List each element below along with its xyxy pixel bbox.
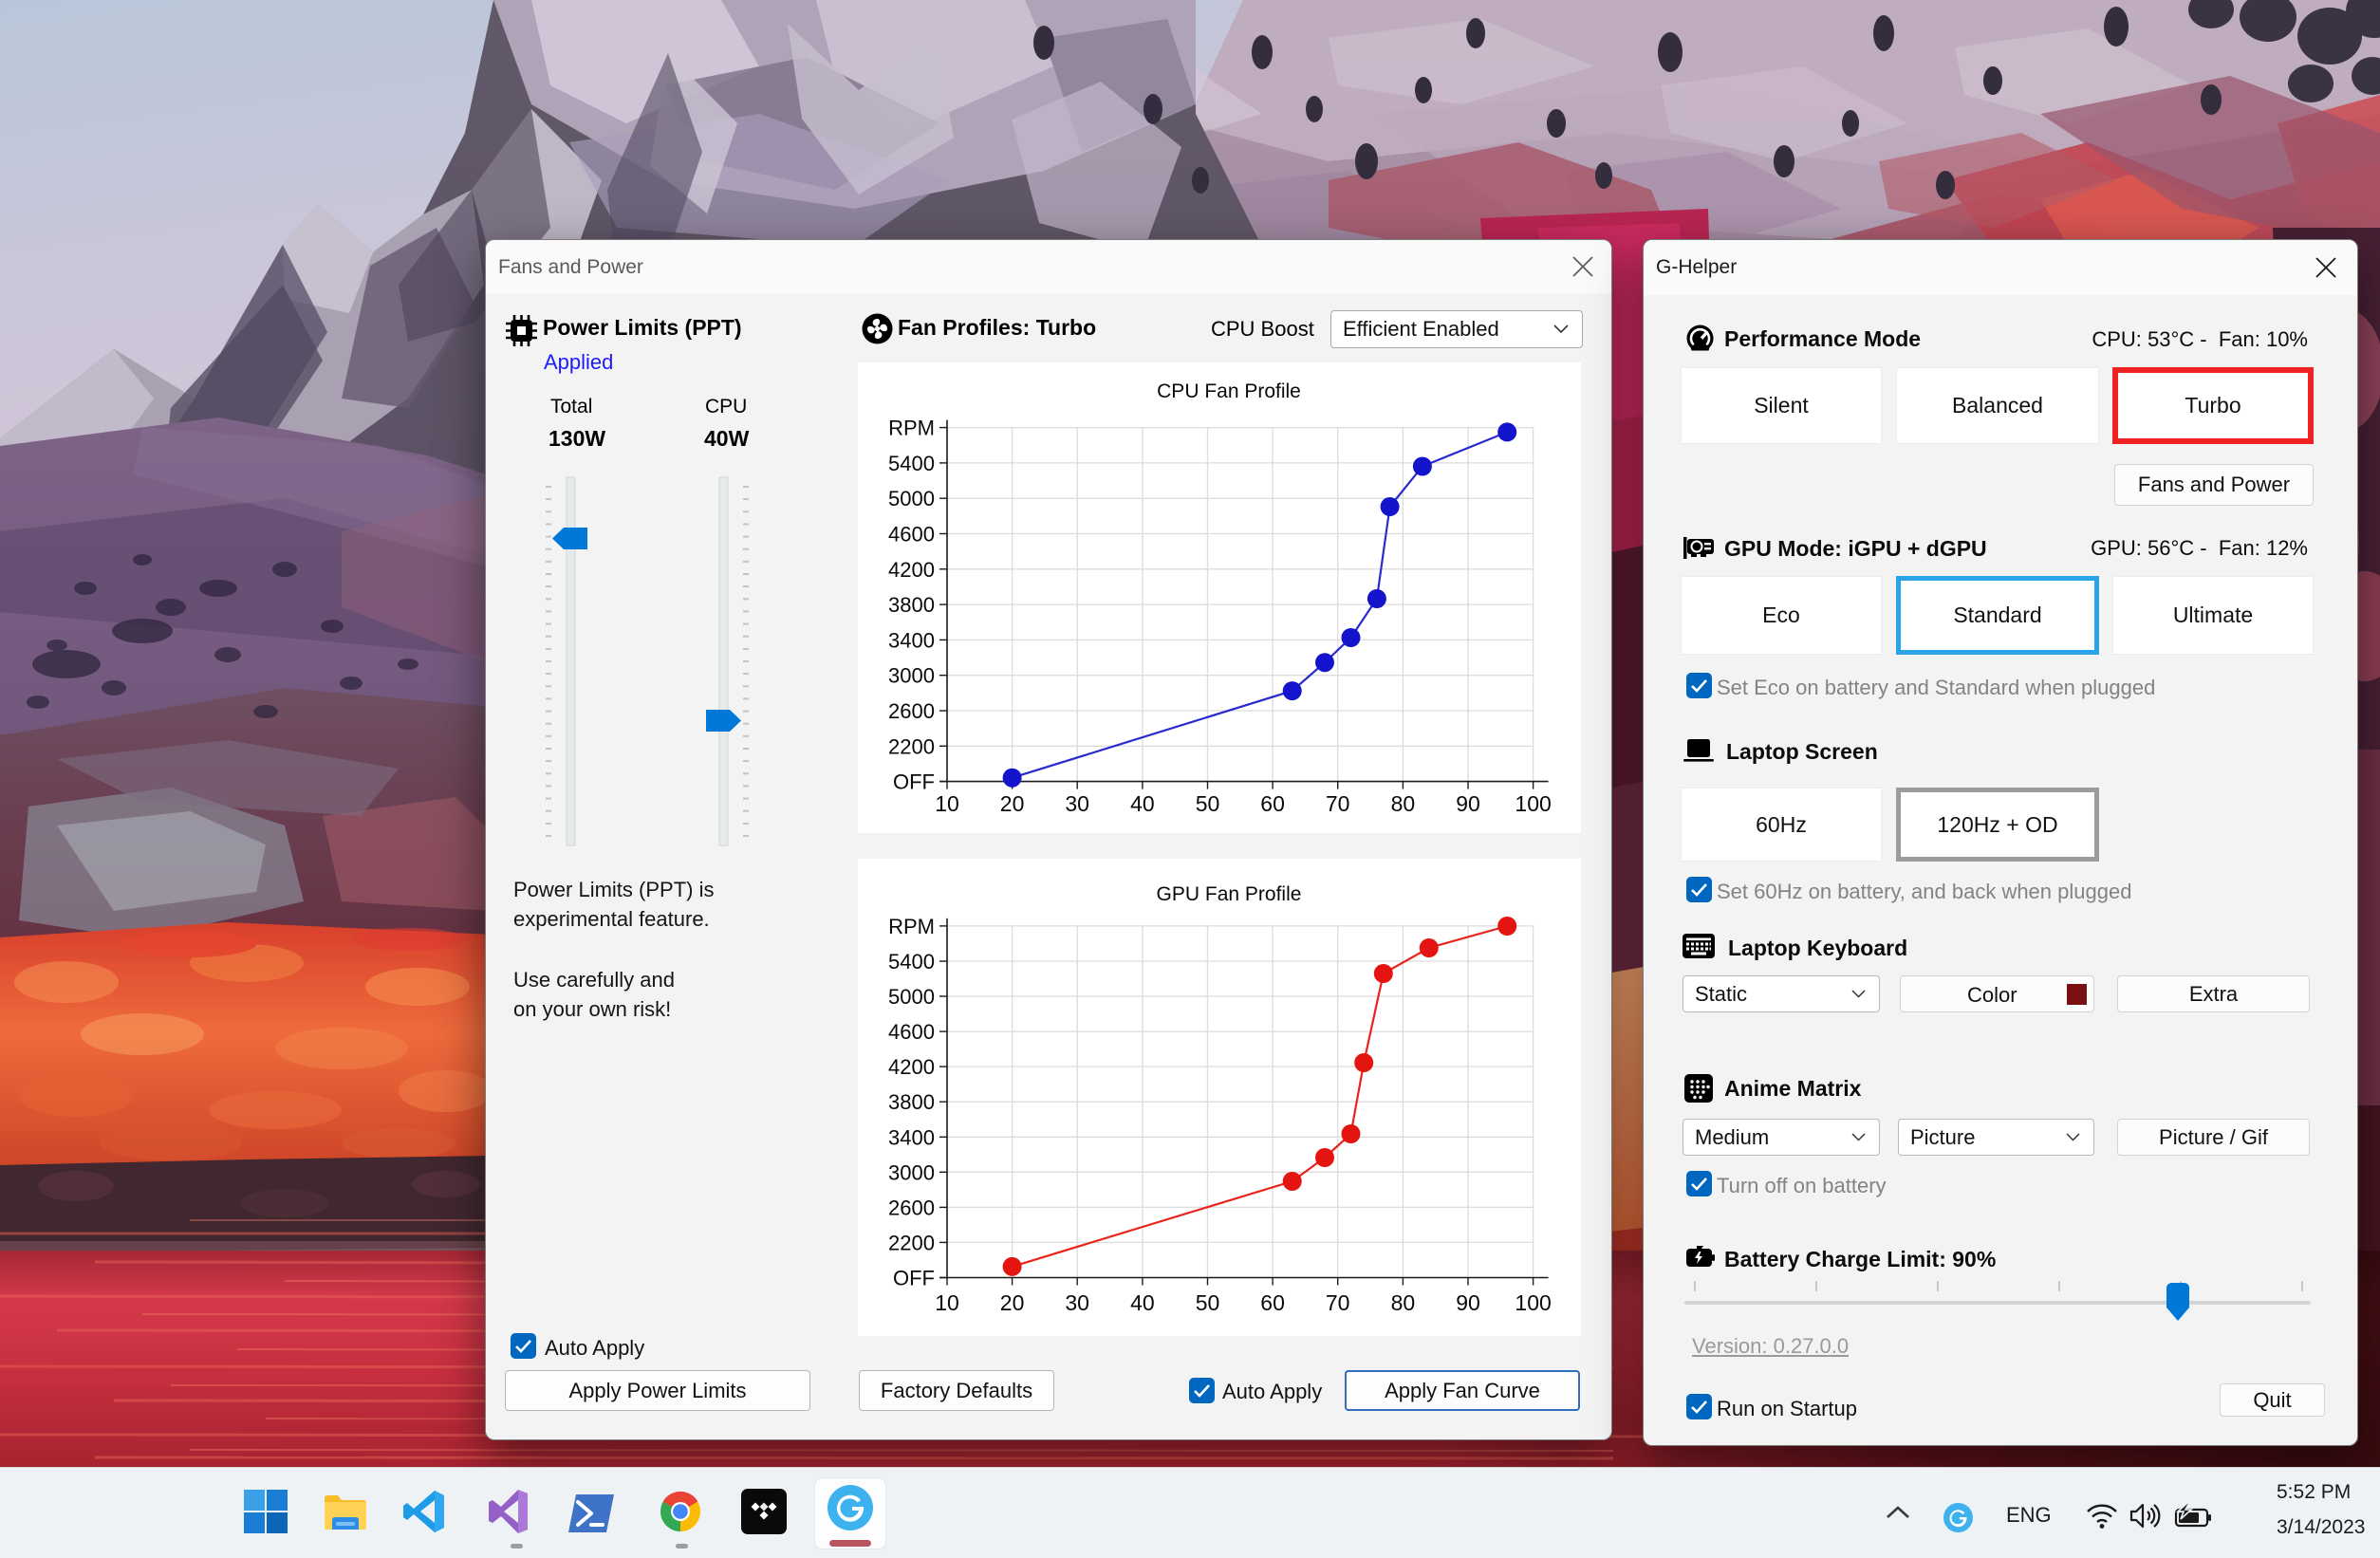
svg-text:3000: 3000: [888, 1160, 935, 1184]
svg-text:2200: 2200: [888, 1231, 935, 1254]
svg-text:3400: 3400: [888, 1125, 935, 1149]
svg-text:40: 40: [1130, 791, 1155, 816]
svg-text:3000: 3000: [888, 664, 935, 688]
svg-text:2200: 2200: [888, 734, 935, 758]
svg-text:70: 70: [1326, 1290, 1350, 1315]
svg-text:3800: 3800: [888, 1090, 935, 1114]
svg-text:80: 80: [1391, 791, 1416, 816]
svg-text:60: 60: [1260, 1290, 1285, 1315]
svg-text:2600: 2600: [888, 699, 935, 723]
svg-text:5000: 5000: [888, 487, 935, 510]
svg-text:20: 20: [1000, 791, 1025, 816]
svg-text:30: 30: [1065, 791, 1089, 816]
svg-text:3400: 3400: [888, 628, 935, 652]
svg-text:4200: 4200: [888, 1055, 935, 1079]
svg-text:40: 40: [1130, 1290, 1155, 1315]
svg-text:CPU Fan Profile: CPU Fan Profile: [1157, 380, 1301, 402]
svg-text:10: 10: [935, 1290, 959, 1315]
svg-text:60: 60: [1260, 791, 1285, 816]
svg-text:4200: 4200: [888, 558, 935, 582]
svg-text:30: 30: [1065, 1290, 1089, 1315]
svg-text:GPU Fan Profile: GPU Fan Profile: [1157, 883, 1302, 905]
svg-text:100: 100: [1515, 1290, 1551, 1315]
svg-text:3800: 3800: [888, 593, 935, 617]
svg-text:4600: 4600: [888, 1020, 935, 1044]
svg-text:4600: 4600: [888, 523, 935, 547]
svg-text:5400: 5400: [888, 452, 935, 475]
svg-text:2600: 2600: [888, 1196, 935, 1219]
svg-text:OFF: OFF: [893, 770, 935, 794]
svg-text:50: 50: [1196, 1290, 1220, 1315]
svg-text:RPM: RPM: [888, 417, 935, 440]
svg-text:80: 80: [1391, 1290, 1416, 1315]
svg-text:5400: 5400: [888, 950, 935, 974]
svg-text:50: 50: [1196, 791, 1220, 816]
svg-text:90: 90: [1456, 791, 1480, 816]
svg-text:RPM: RPM: [888, 915, 935, 938]
svg-text:70: 70: [1326, 791, 1350, 816]
svg-text:OFF: OFF: [893, 1267, 935, 1290]
svg-text:5000: 5000: [888, 985, 935, 1009]
svg-text:100: 100: [1515, 791, 1551, 816]
svg-text:10: 10: [935, 791, 959, 816]
svg-text:20: 20: [1000, 1290, 1025, 1315]
svg-text:90: 90: [1456, 1290, 1480, 1315]
